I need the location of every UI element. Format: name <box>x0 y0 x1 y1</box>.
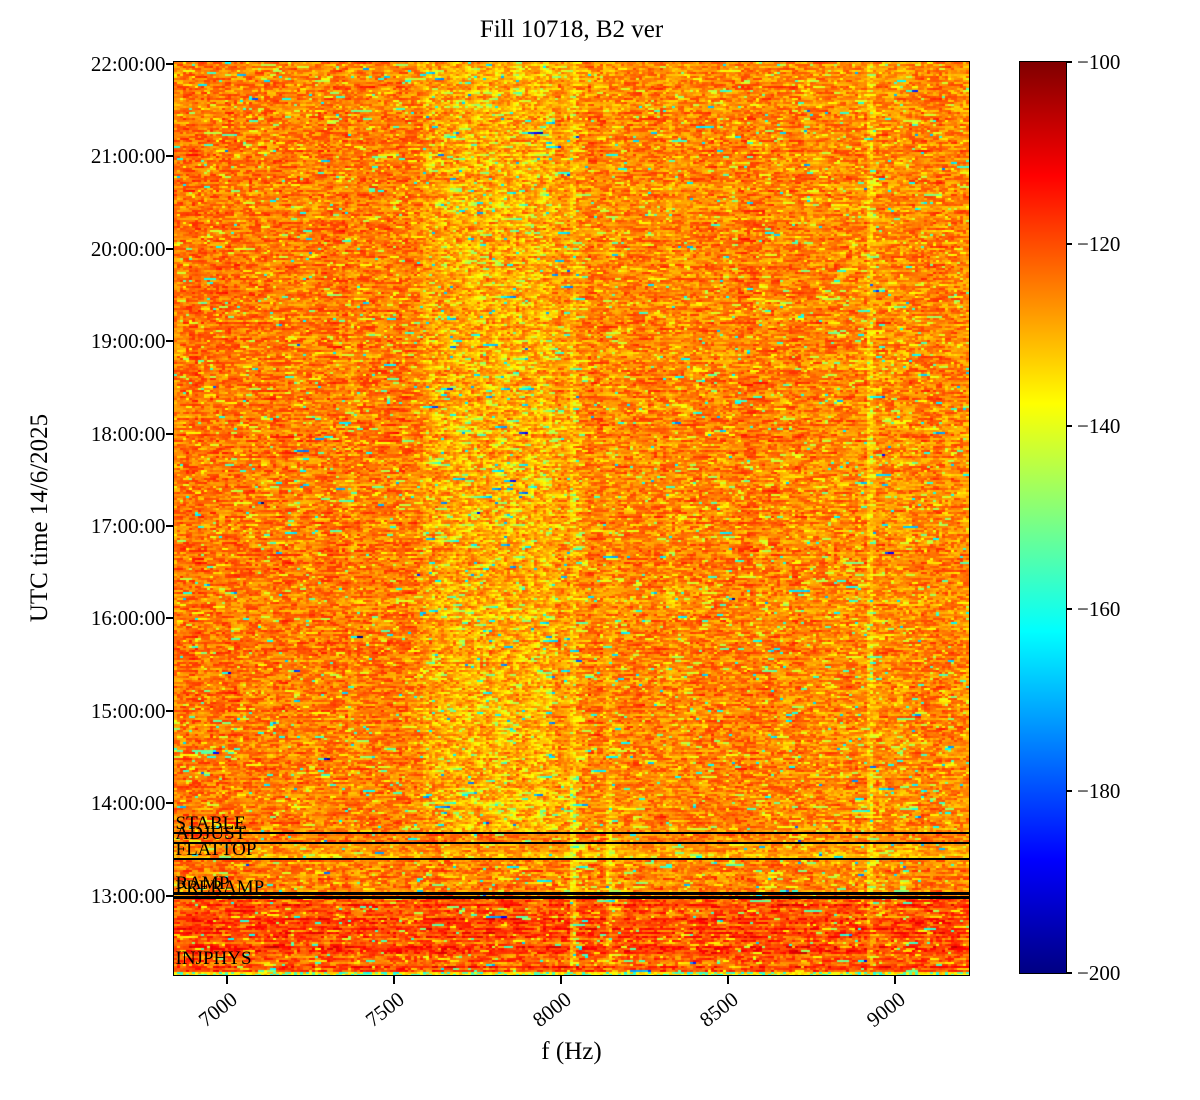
colorbar-tick-label: −200 <box>1077 961 1121 985</box>
x-tick-label: 7500 <box>360 986 409 1032</box>
x-tick-label: 8500 <box>694 986 743 1032</box>
colorbar-tick-mark <box>1066 789 1072 792</box>
x-axis-label: f (Hz) <box>541 1038 602 1065</box>
beam-mode-line <box>173 857 969 860</box>
y-tick-label: 21:00:00 <box>90 144 166 169</box>
figure: Fill 10718, B2 ver UTC time 14/6/2025 ST… <box>0 0 1200 1100</box>
beam-mode-label: INJPHYS <box>175 947 252 969</box>
beam-mode-label: FLATTOP <box>175 838 257 860</box>
spectrogram-canvas <box>174 62 969 975</box>
x-tick-mark <box>726 975 729 984</box>
y-tick-label: 14:00:00 <box>90 791 166 816</box>
y-tick-label: 17:00:00 <box>90 514 166 538</box>
y-tick-label: 15:00:00 <box>90 698 166 723</box>
y-tick-label: 13:00:00 <box>90 883 166 908</box>
colorbar-tick-label: −180 <box>1077 778 1121 803</box>
x-tick-label: 8000 <box>527 986 576 1032</box>
y-tick-label: 19:00:00 <box>90 329 166 354</box>
colorbar-tick-mark <box>1066 972 1072 974</box>
colorbar-tick-label: −140 <box>1077 414 1121 439</box>
beam-mode-line <box>173 891 969 895</box>
y-tick-mark <box>165 63 174 65</box>
y-tick-mark <box>165 525 174 527</box>
beam-mode-line <box>173 831 969 834</box>
colorbar-tick-mark <box>1066 243 1072 246</box>
y-tick-mark <box>165 617 174 620</box>
colorbar-tick-label: −100 <box>1077 50 1121 74</box>
colorbar-tick-label: −120 <box>1077 232 1121 257</box>
beam-mode-line <box>173 895 969 899</box>
y-tick-label: 20:00:00 <box>90 236 166 261</box>
beam-mode-line <box>173 841 969 844</box>
x-tick-mark <box>392 975 395 984</box>
x-tick-mark <box>559 975 562 984</box>
y-tick-label: 16:00:00 <box>90 606 166 631</box>
plot-area <box>173 61 970 976</box>
x-tick-mark <box>894 975 896 984</box>
beam-mode-label: PRERAMP <box>175 876 265 898</box>
y-tick-mark <box>165 340 174 343</box>
y-tick-mark <box>165 709 174 712</box>
y-axis-label: UTC time 14/6/2025 <box>26 413 53 623</box>
y-tick-mark <box>165 247 174 250</box>
y-tick-mark <box>165 155 174 158</box>
chart-title: Fill 10718, B2 ver <box>479 16 664 43</box>
y-tick-mark <box>165 802 174 805</box>
x-tick-mark <box>225 975 228 984</box>
y-tick-label: 22:00:00 <box>90 52 166 76</box>
colorbar <box>1019 61 1067 974</box>
colorbar-tick-label: −160 <box>1077 596 1121 621</box>
colorbar-tick-mark <box>1066 425 1072 428</box>
y-tick-mark <box>165 432 174 435</box>
y-tick-label: 18:00:00 <box>90 421 166 446</box>
colorbar-tick-mark <box>1066 607 1072 610</box>
colorbar-tick-mark <box>1066 61 1072 63</box>
x-tick-label: 7000 <box>193 986 242 1032</box>
y-tick-mark <box>165 894 174 897</box>
x-tick-label: 9000 <box>861 986 910 1032</box>
